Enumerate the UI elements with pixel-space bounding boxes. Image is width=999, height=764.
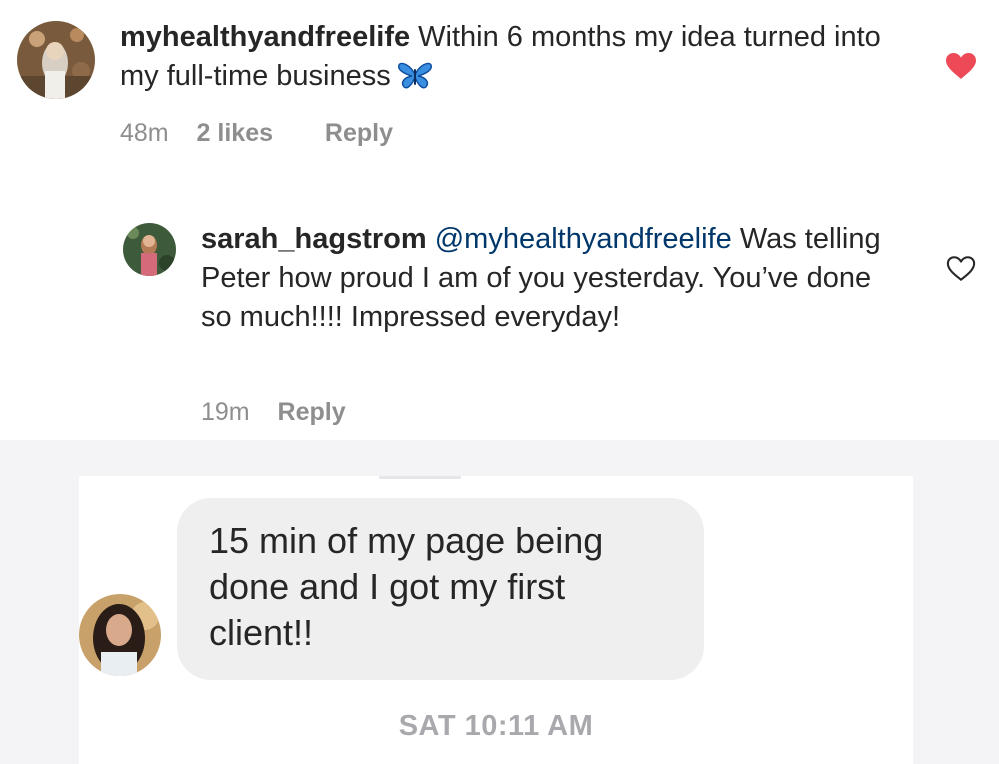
comment-1-time: 48m [120, 119, 169, 147]
avatar-image [123, 223, 176, 276]
message-text: 15 min of my page being done and I got m… [209, 520, 604, 653]
comment-1-likes[interactable]: 2 likes [197, 119, 273, 147]
comment-2-mention[interactable]: @myhealthyandfreelife [435, 223, 732, 255]
comment-2-text: sarah_hagstrom @myhealthyandfreelife Was… [201, 220, 901, 337]
comment-1-reply-button[interactable]: Reply [325, 119, 393, 147]
heart-filled-icon[interactable] [945, 52, 977, 85]
direct-message-thread: 15 min of my page being done and I got m… [79, 476, 913, 764]
avatar-sender[interactable] [79, 594, 161, 676]
message-timestamp: SAT 10:11 AM [398, 710, 594, 742]
drag-handle[interactable] [379, 476, 461, 479]
avatar-image [17, 21, 95, 99]
heart-outline-icon[interactable] [946, 255, 976, 287]
comment-1-username[interactable]: myhealthyandfreelife [120, 21, 410, 53]
butterfly-emoji-icon [397, 61, 433, 100]
screen: myhealthyandfreelife Within 6 months my … [0, 0, 999, 764]
comment-2-time: 19m [201, 398, 250, 426]
comment-1-text: myhealthyandfreelife Within 6 months my … [120, 18, 900, 100]
comment-2-username[interactable]: sarah_hagstrom [201, 223, 427, 255]
comments-section: myhealthyandfreelife Within 6 months my … [0, 0, 999, 440]
direct-message-area: 15 min of my page being done and I got m… [0, 440, 999, 764]
avatar-image [79, 594, 161, 676]
comment-2-reply-button[interactable]: Reply [278, 398, 346, 426]
comment-1-meta: 48m 2 likes Reply [120, 118, 393, 148]
avatar-sarah-hagstrom[interactable] [123, 223, 176, 276]
message-bubble[interactable]: 15 min of my page being done and I got m… [177, 498, 704, 680]
avatar-myhealthyandfreelife[interactable] [17, 21, 95, 99]
comment-2-meta: 19m Reply [201, 397, 346, 427]
